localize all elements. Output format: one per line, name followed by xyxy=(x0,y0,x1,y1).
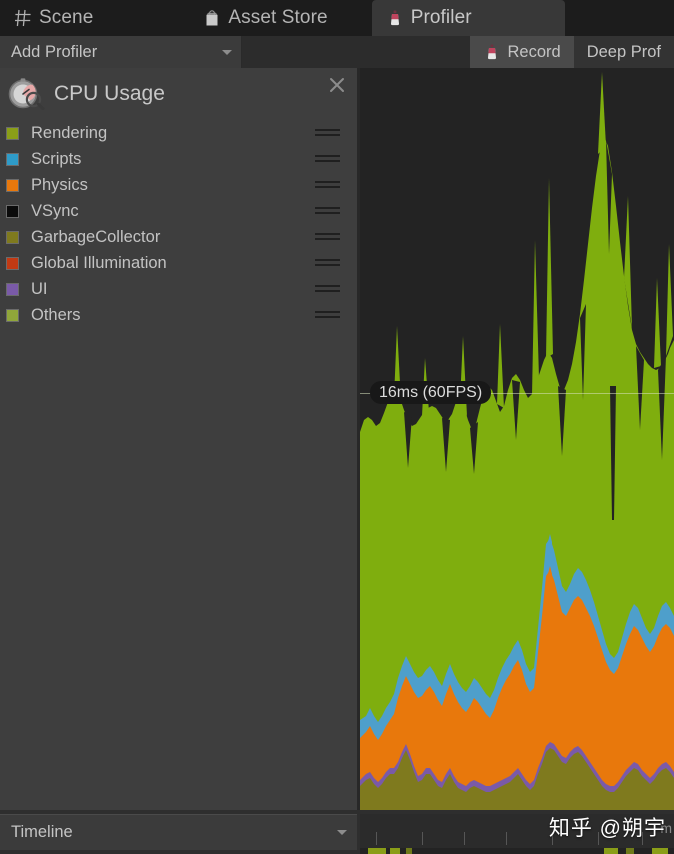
legend-drag-handle[interactable] xyxy=(315,285,340,293)
panel-title: CPU Usage xyxy=(54,82,165,105)
editor-tab-bar: Scene Asset Store Profiler xyxy=(0,0,674,36)
tab-scene[interactable]: Scene xyxy=(0,0,111,36)
profiler-window: Scene Asset Store Profiler Add Profiler xyxy=(0,0,674,854)
ruler-tick xyxy=(464,832,465,845)
record-profiler-icon xyxy=(487,44,496,60)
legend-drag-handle[interactable] xyxy=(315,155,340,163)
cpu-usage-panel: CPU Usage Rendering Scripts Physics VSyn… xyxy=(0,68,357,810)
timeline-ruler[interactable]: m xyxy=(360,814,674,854)
tab-profiler[interactable]: Profiler xyxy=(371,0,565,36)
legend-label: Physics xyxy=(31,175,88,194)
legend-label: Scripts xyxy=(31,149,82,168)
legend-label: GarbageCollector xyxy=(31,227,161,246)
legend-item-garbagecollector[interactable]: GarbageCollector xyxy=(6,224,357,250)
ruler-tick xyxy=(506,832,507,845)
stopwatch-magnifier-icon xyxy=(8,78,45,111)
legend-item-vsync[interactable]: VSync xyxy=(6,198,357,224)
ruler-tick xyxy=(552,832,553,845)
ruler-tick xyxy=(642,832,643,845)
legend-item-rendering[interactable]: Rendering xyxy=(6,120,357,146)
legend-swatch xyxy=(6,126,19,140)
toolbar-spacer xyxy=(242,36,470,68)
ruler-ms-label: m xyxy=(660,820,672,836)
ruler-tick xyxy=(422,832,423,845)
legend-drag-handle[interactable] xyxy=(315,207,340,215)
ruler-tick xyxy=(598,832,599,845)
cpu-legend-list: Rendering Scripts Physics VSync GarbageC… xyxy=(0,120,357,328)
record-label: Record xyxy=(507,42,561,61)
add-profiler-dropdown[interactable]: Add Profiler xyxy=(0,36,242,68)
legend-label: Others xyxy=(31,305,81,324)
legend-drag-handle[interactable] xyxy=(315,233,340,241)
legend-swatch xyxy=(6,256,19,270)
tab-scene-label: Scene xyxy=(39,7,94,28)
timeline-frame-strip xyxy=(360,848,674,854)
legend-swatch xyxy=(6,152,19,166)
fps-threshold-label: 16ms (60FPS) xyxy=(370,381,492,404)
deep-profile-button[interactable]: Deep Prof xyxy=(574,36,674,68)
chevron-down-icon xyxy=(337,830,347,835)
legend-item-others[interactable]: Others xyxy=(6,302,357,328)
add-profiler-label: Add Profiler xyxy=(11,42,98,61)
legend-swatch xyxy=(6,230,19,244)
fps-threshold-text: 16ms (60FPS) xyxy=(379,383,483,401)
tab-asset-store-label: Asset Store xyxy=(228,7,328,28)
legend-swatch xyxy=(6,308,19,322)
profiler-toolbar: Add Profiler Record Deep Prof xyxy=(0,36,674,68)
profiler-icon xyxy=(390,10,399,26)
legend-item-physics[interactable]: Physics xyxy=(6,172,357,198)
cpu-usage-area-chart xyxy=(360,72,674,810)
legend-swatch xyxy=(6,282,19,296)
grid-icon xyxy=(15,9,31,27)
cpu-usage-graph[interactable]: 16ms (60FPS) xyxy=(360,68,674,810)
legend-item-scripts[interactable]: Scripts xyxy=(6,146,357,172)
deep-profile-label: Deep Prof xyxy=(586,42,661,61)
legend-swatch xyxy=(6,204,19,218)
bottom-bar: Timeline m xyxy=(0,810,674,854)
legend-drag-handle[interactable] xyxy=(315,259,340,267)
cpu-usage-header: CPU Usage xyxy=(0,68,357,120)
legend-label: VSync xyxy=(31,201,79,220)
legend-drag-handle[interactable] xyxy=(315,181,340,189)
legend-label: Global Illumination xyxy=(31,253,167,272)
record-button[interactable]: Record xyxy=(469,36,574,68)
legend-label: UI xyxy=(31,279,48,298)
close-icon[interactable] xyxy=(327,75,347,95)
chevron-down-icon xyxy=(222,49,232,55)
physics-spike xyxy=(548,566,552,668)
tab-profiler-label: Profiler xyxy=(410,7,472,28)
legend-label: Rendering xyxy=(31,123,108,142)
legend-drag-handle[interactable] xyxy=(315,311,340,319)
shopping-bag-icon xyxy=(206,10,218,26)
legend-item-global-illumination[interactable]: Global Illumination xyxy=(6,250,357,276)
ruler-tick xyxy=(376,832,377,845)
legend-item-ui[interactable]: UI xyxy=(6,276,357,302)
timeline-label: Timeline xyxy=(11,823,73,841)
timeline-dropdown[interactable]: Timeline xyxy=(0,814,357,850)
tab-asset-store[interactable]: Asset Store xyxy=(189,0,345,36)
legend-swatch xyxy=(6,178,19,192)
legend-drag-handle[interactable] xyxy=(315,129,340,137)
